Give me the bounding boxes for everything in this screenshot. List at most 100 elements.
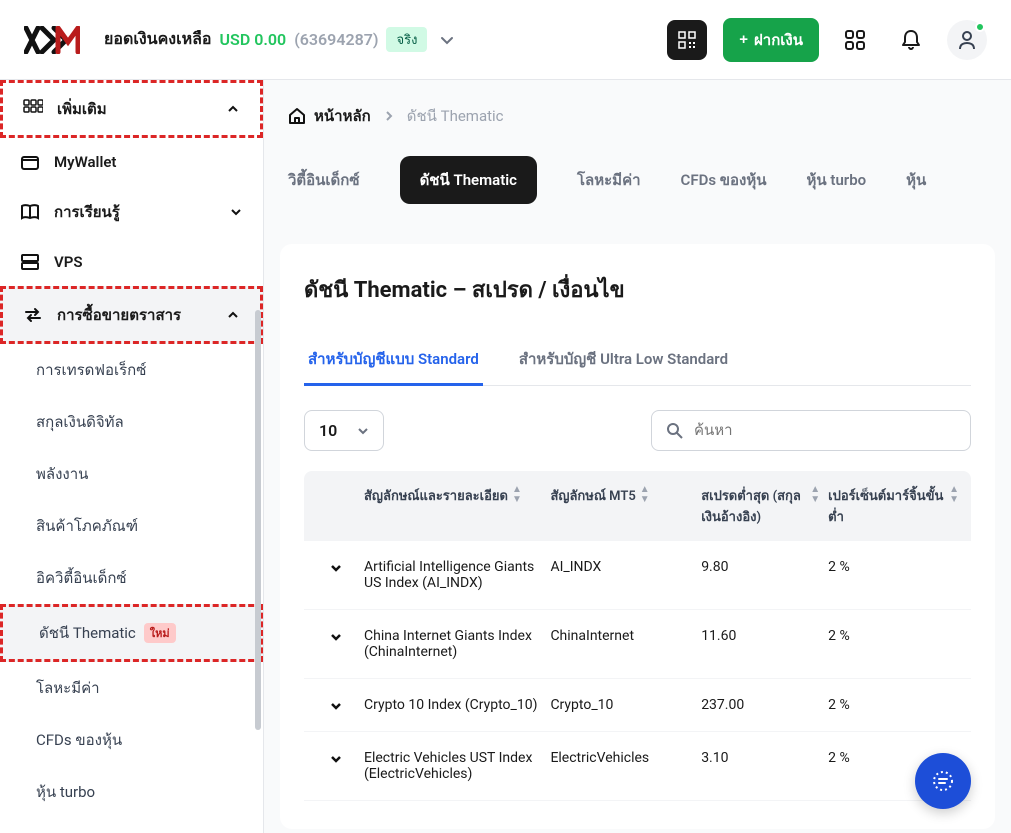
cell-mt5: ChinaInternet [550,628,693,644]
deposit-label: ฝากเงิน [754,28,803,52]
qr-icon-button[interactable] [667,20,707,60]
th-symbol[interactable]: สัญลักษณ์และรายละเอียด▲▼ [364,485,542,527]
sidebar-label: MyWallet [54,153,116,171]
balance-section: ยอดเงินคงเหลือ USD 0.00 (63694287) จริง [104,27,459,52]
breadcrumb: หน้าหลัก ดัชนี Thematic [280,104,995,148]
server-icon [20,252,40,272]
table-header: สัญลักษณ์และรายละเอียด▲▼ สัญลักษณ์ MT5▲▼… [304,471,971,541]
header-left: ยอดเงินคงเหลือ USD 0.00 (63694287) จริง [24,26,459,54]
account-dropdown[interactable] [435,28,459,52]
main-content: หน้าหลัก ดัชนี Thematic วิตี้อินเด็กซ์ ด… [264,80,1011,833]
cell-mt5: Crypto_10 [550,697,693,713]
sidebar-item-more[interactable]: เพิ่มเติม [0,80,263,138]
sidebar-sub-energy[interactable]: พลังงาน [0,448,263,500]
expand-toggle[interactable] [316,697,356,713]
grid-icon [23,99,43,119]
tab-metals[interactable]: โลหะมีค่า [577,156,641,204]
sidebar-sub-forex[interactable]: การเทรดฟอเร็กซ์ [0,344,263,396]
th-margin[interactable]: เปอร์เซ็นต์มาร์จิ้นขั้นต่ำ▲▼ [828,485,959,527]
chevron-up-icon [226,308,240,322]
table-row: Electric Vehicles UST Index (ElectricVeh… [304,732,971,801]
sidebar: เพิ่มเติม MyWallet การเรียนรู้ VPS การซื… [0,80,264,833]
chevron-down-icon [229,205,243,219]
inner-tab-standard[interactable]: สำหรับบัญชีแบบ Standard [304,335,483,386]
balance-id: (63694287) [294,30,378,49]
sidebar-label: VPS [54,253,83,271]
tab-thematic[interactable]: ดัชนี Thematic [400,156,537,204]
balance-label: ยอดเงินคงเหลือ [104,27,212,52]
transfer-icon [23,305,43,325]
wallet-icon [20,152,40,172]
top-header: ยอดเงินคงเหลือ USD 0.00 (63694287) จริง … [0,0,1011,80]
table-controls: 10 [304,410,971,451]
bell-icon[interactable] [891,20,931,60]
sidebar-sub-stocks[interactable]: หุ้น [0,818,263,833]
breadcrumb-home[interactable]: หน้าหลัก [288,104,371,128]
cell-spread: 3.10 [701,750,820,766]
table-row: Artificial Intelligence Giants US Index … [304,541,971,610]
plus-icon: + [739,31,748,48]
spreads-card: ดัชนี Thematic – สเปรด / เงื่อนไข สำหรับ… [280,244,995,829]
cell-symbol: Crypto 10 Index (Crypto_10) [364,697,542,713]
search-box[interactable] [651,410,971,451]
deposit-button[interactable]: + ฝากเงิน [723,18,819,62]
spreads-table: สัญลักษณ์และรายละเอียด▲▼ สัญลักษณ์ MT5▲▼… [304,471,971,801]
sidebar-label: การเรียนรู้ [54,200,120,224]
account-type-badge: จริง [386,27,427,52]
sort-icon: ▲▼ [810,485,820,505]
sidebar-sub-metals[interactable]: โลหะมีค่า [0,662,263,714]
sidebar-item-mywallet[interactable]: MyWallet [0,138,263,186]
breadcrumb-current: ดัชนี Thematic [407,104,504,128]
cell-mt5: AI_INDX [550,559,693,575]
tab-turbo[interactable]: หุ้น turbo [807,156,867,204]
th-mt5[interactable]: สัญลักษณ์ MT5▲▼ [550,485,693,527]
cell-margin: 2 % [828,559,959,575]
th-expand [316,485,356,527]
sidebar-label: การซื้อขายตราสาร [57,303,181,327]
sidebar-label: เพิ่มเติม [57,97,107,121]
table-row: China Internet Giants Index (ChinaIntern… [304,610,971,679]
user-avatar[interactable] [947,20,987,60]
chat-fab[interactable] [915,753,971,809]
tab-stocks[interactable]: หุ้น [906,156,926,204]
cell-symbol: Artificial Intelligence Giants US Index … [364,559,542,591]
category-tabs: วิตี้อินเด็กซ์ ดัชนี Thematic โลหะมีค่า … [280,148,995,212]
sidebar-sub-thematic[interactable]: ดัชนี Thematic ใหม่ [0,604,263,662]
account-type-tabs: สำหรับบัญชีแบบ Standard สำหรับบัญชี Ultr… [304,335,971,386]
chevron-right-icon [383,110,395,122]
cell-spread: 237.00 [701,697,820,713]
home-icon [288,107,306,125]
search-input[interactable] [694,422,956,439]
sidebar-item-vps[interactable]: VPS [0,238,263,286]
sidebar-sub-cfds[interactable]: CFDs ของหุ้น [0,714,263,766]
th-spread[interactable]: สเปรดต่ำสุด (สกุลเงินอ้างอิง)▲▼ [701,485,820,527]
header-right: + ฝากเงิน [667,18,987,62]
new-badge: ใหม่ [144,623,176,643]
balance-amount: USD 0.00 [220,30,287,49]
sidebar-sub-crypto[interactable]: สกุลเงินดิจิทัล [0,396,263,448]
sidebar-sub-turbo[interactable]: หุ้น turbo [0,766,263,818]
status-dot [975,22,985,32]
expand-toggle[interactable] [316,559,356,575]
tab-cfds[interactable]: CFDs ของหุ้น [681,156,767,204]
sidebar-item-trading[interactable]: การซื้อขายตราสาร [0,286,263,344]
chevron-up-icon [226,102,240,116]
scrollbar[interactable] [255,310,261,730]
page-size-select[interactable]: 10 [304,410,384,451]
cell-symbol: China Internet Giants Index (ChinaIntern… [364,628,542,660]
sort-icon: ▲▼ [512,485,522,505]
cell-margin: 2 % [828,697,959,713]
card-title: ดัชนี Thematic – สเปรด / เงื่อนไข [304,272,971,307]
sidebar-item-learning[interactable]: การเรียนรู้ [0,186,263,238]
sidebar-sub-commodities[interactable]: สินค้าโภคภัณฑ์ [0,500,263,552]
expand-toggle[interactable] [316,750,356,766]
cell-symbol: Electric Vehicles UST Index (ElectricVeh… [364,750,542,782]
inner-tab-ultra-low[interactable]: สำหรับบัญชี Ultra Low Standard [515,335,732,385]
tab-equity-index[interactable]: วิตี้อินเด็กซ์ [288,156,360,204]
cell-spread: 11.60 [701,628,820,644]
logo [24,26,80,54]
apps-icon[interactable] [835,20,875,60]
table-row: Crypto 10 Index (Crypto_10) Crypto_10 23… [304,679,971,732]
sidebar-sub-equity-index[interactable]: อิควิตี้อินเด็กซ์ [0,552,263,604]
expand-toggle[interactable] [316,628,356,644]
